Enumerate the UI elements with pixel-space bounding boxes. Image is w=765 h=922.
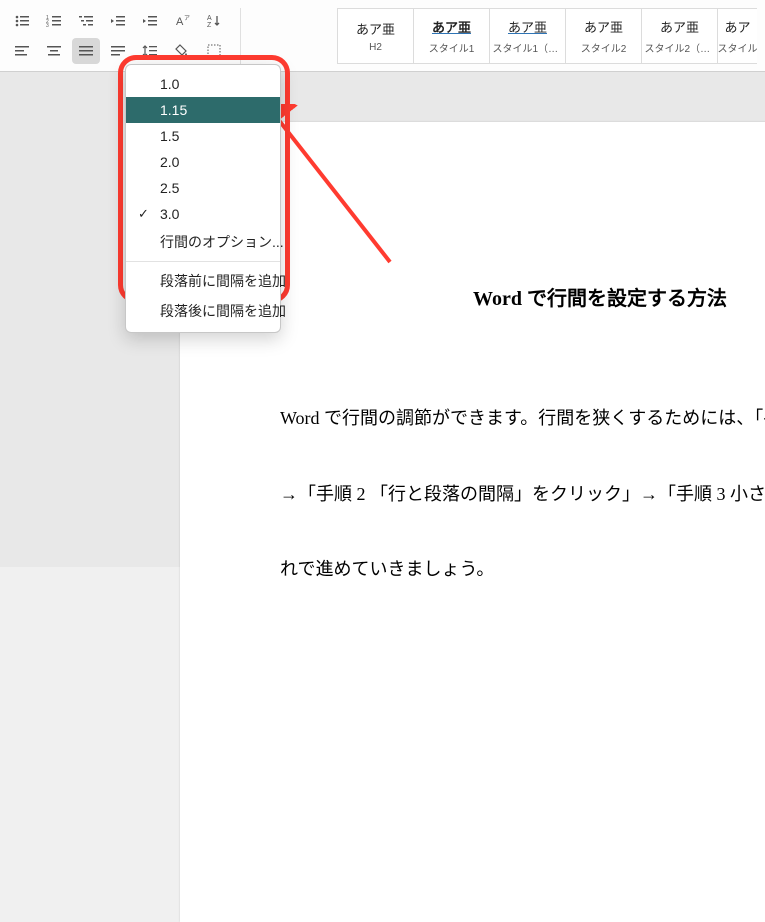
add-space-before-item[interactable]: 段落前に間隔を追加 — [126, 266, 280, 296]
style-name: スタイル1 — [429, 40, 475, 55]
style-sample: あア亜 — [508, 17, 547, 36]
svg-text:Z: Z — [207, 22, 212, 28]
align-center-button[interactable] — [40, 38, 68, 64]
line-spacing-option[interactable]: 2.0 — [126, 149, 280, 175]
align-left-button[interactable] — [8, 38, 36, 64]
borders-button[interactable] — [200, 38, 228, 64]
style-tile-1[interactable]: あア亜 スタイル1 — [413, 8, 489, 64]
bullets-button[interactable] — [8, 8, 36, 34]
align-justify-button[interactable] — [72, 38, 100, 64]
line-spacing-option[interactable]: 3.0 — [126, 201, 280, 227]
workspace: Word で行間を設定する方法 Word で行間の調節ができます。行間を狭くする… — [0, 72, 765, 567]
svg-text:A: A — [176, 16, 184, 28]
style-sample: あア亜 — [432, 17, 471, 36]
numbering-button[interactable]: 123 — [40, 8, 68, 34]
style-sample: あア亜 — [356, 19, 395, 38]
phonetic-guide-button[interactable]: Aア — [168, 8, 196, 34]
sort-button[interactable]: AZ — [200, 8, 228, 34]
style-sample: あア亜 — [584, 17, 623, 36]
line-spacing-option[interactable]: 1.15 — [126, 97, 280, 123]
svg-text:A: A — [207, 15, 212, 22]
multilevel-list-button[interactable] — [72, 8, 100, 34]
align-distribute-button[interactable] — [104, 38, 132, 64]
style-name: スタイル — [718, 40, 758, 55]
document-body: Word で行間の調節ができます。行間を狭くするためには、「手順 →「手順 2 … — [280, 381, 765, 608]
add-space-after-item[interactable]: 段落後に間隔を追加 — [126, 296, 280, 326]
paragraph-line: Word で行間の調節ができます。行間を狭くするためには、「手順 — [280, 381, 765, 457]
style-tile-more[interactable]: あア スタイル — [717, 8, 757, 64]
styles-gallery: あア亜 H2 あア亜 スタイル1 あア亜 スタイル1（H... あア亜 スタイル… — [327, 6, 757, 65]
ribbon: 123 Aア AZ — [0, 0, 765, 72]
style-tile-1h[interactable]: あア亜 スタイル1（H... — [489, 8, 565, 64]
document-title: Word で行間を設定する方法 — [280, 282, 765, 311]
menu-separator — [126, 261, 280, 262]
style-name: H2 — [369, 42, 382, 53]
line-spacing-option[interactable]: 1.5 — [126, 123, 280, 149]
style-sample: あア — [724, 17, 750, 36]
shading-button[interactable] — [168, 38, 196, 64]
style-tile-2[interactable]: あア亜 スタイル2 — [565, 8, 641, 64]
style-tile-2h[interactable]: あア亜 スタイル2（H... — [641, 8, 717, 64]
line-spacing-button[interactable] — [136, 38, 164, 64]
style-name: スタイル1（H... — [493, 40, 563, 55]
style-sample: あア亜 — [660, 17, 699, 36]
paragraph-tools: 123 Aア AZ — [8, 8, 241, 64]
svg-text:3: 3 — [46, 23, 49, 28]
svg-text:ア: ア — [184, 15, 190, 22]
increase-indent-button[interactable] — [136, 8, 164, 34]
line-spacing-menu: 1.0 1.15 1.5 2.0 2.5 3.0 行間のオプション... 段落前… — [125, 64, 281, 333]
line-spacing-options-item[interactable]: 行間のオプション... — [126, 227, 280, 257]
style-name: スタイル2（H... — [645, 40, 715, 55]
line-spacing-option[interactable]: 2.5 — [126, 175, 280, 201]
style-name: スタイル2 — [581, 40, 627, 55]
style-tile-h2[interactable]: あア亜 H2 — [337, 8, 413, 64]
line-spacing-option[interactable]: 1.0 — [126, 71, 280, 97]
decrease-indent-button[interactable] — [104, 8, 132, 34]
paragraph-line: →「手順 2 「行と段落の間隔」をクリック」→「手順 3 小さい — [280, 457, 765, 533]
paragraph-line: れで進めていきましょう。 — [280, 532, 765, 608]
